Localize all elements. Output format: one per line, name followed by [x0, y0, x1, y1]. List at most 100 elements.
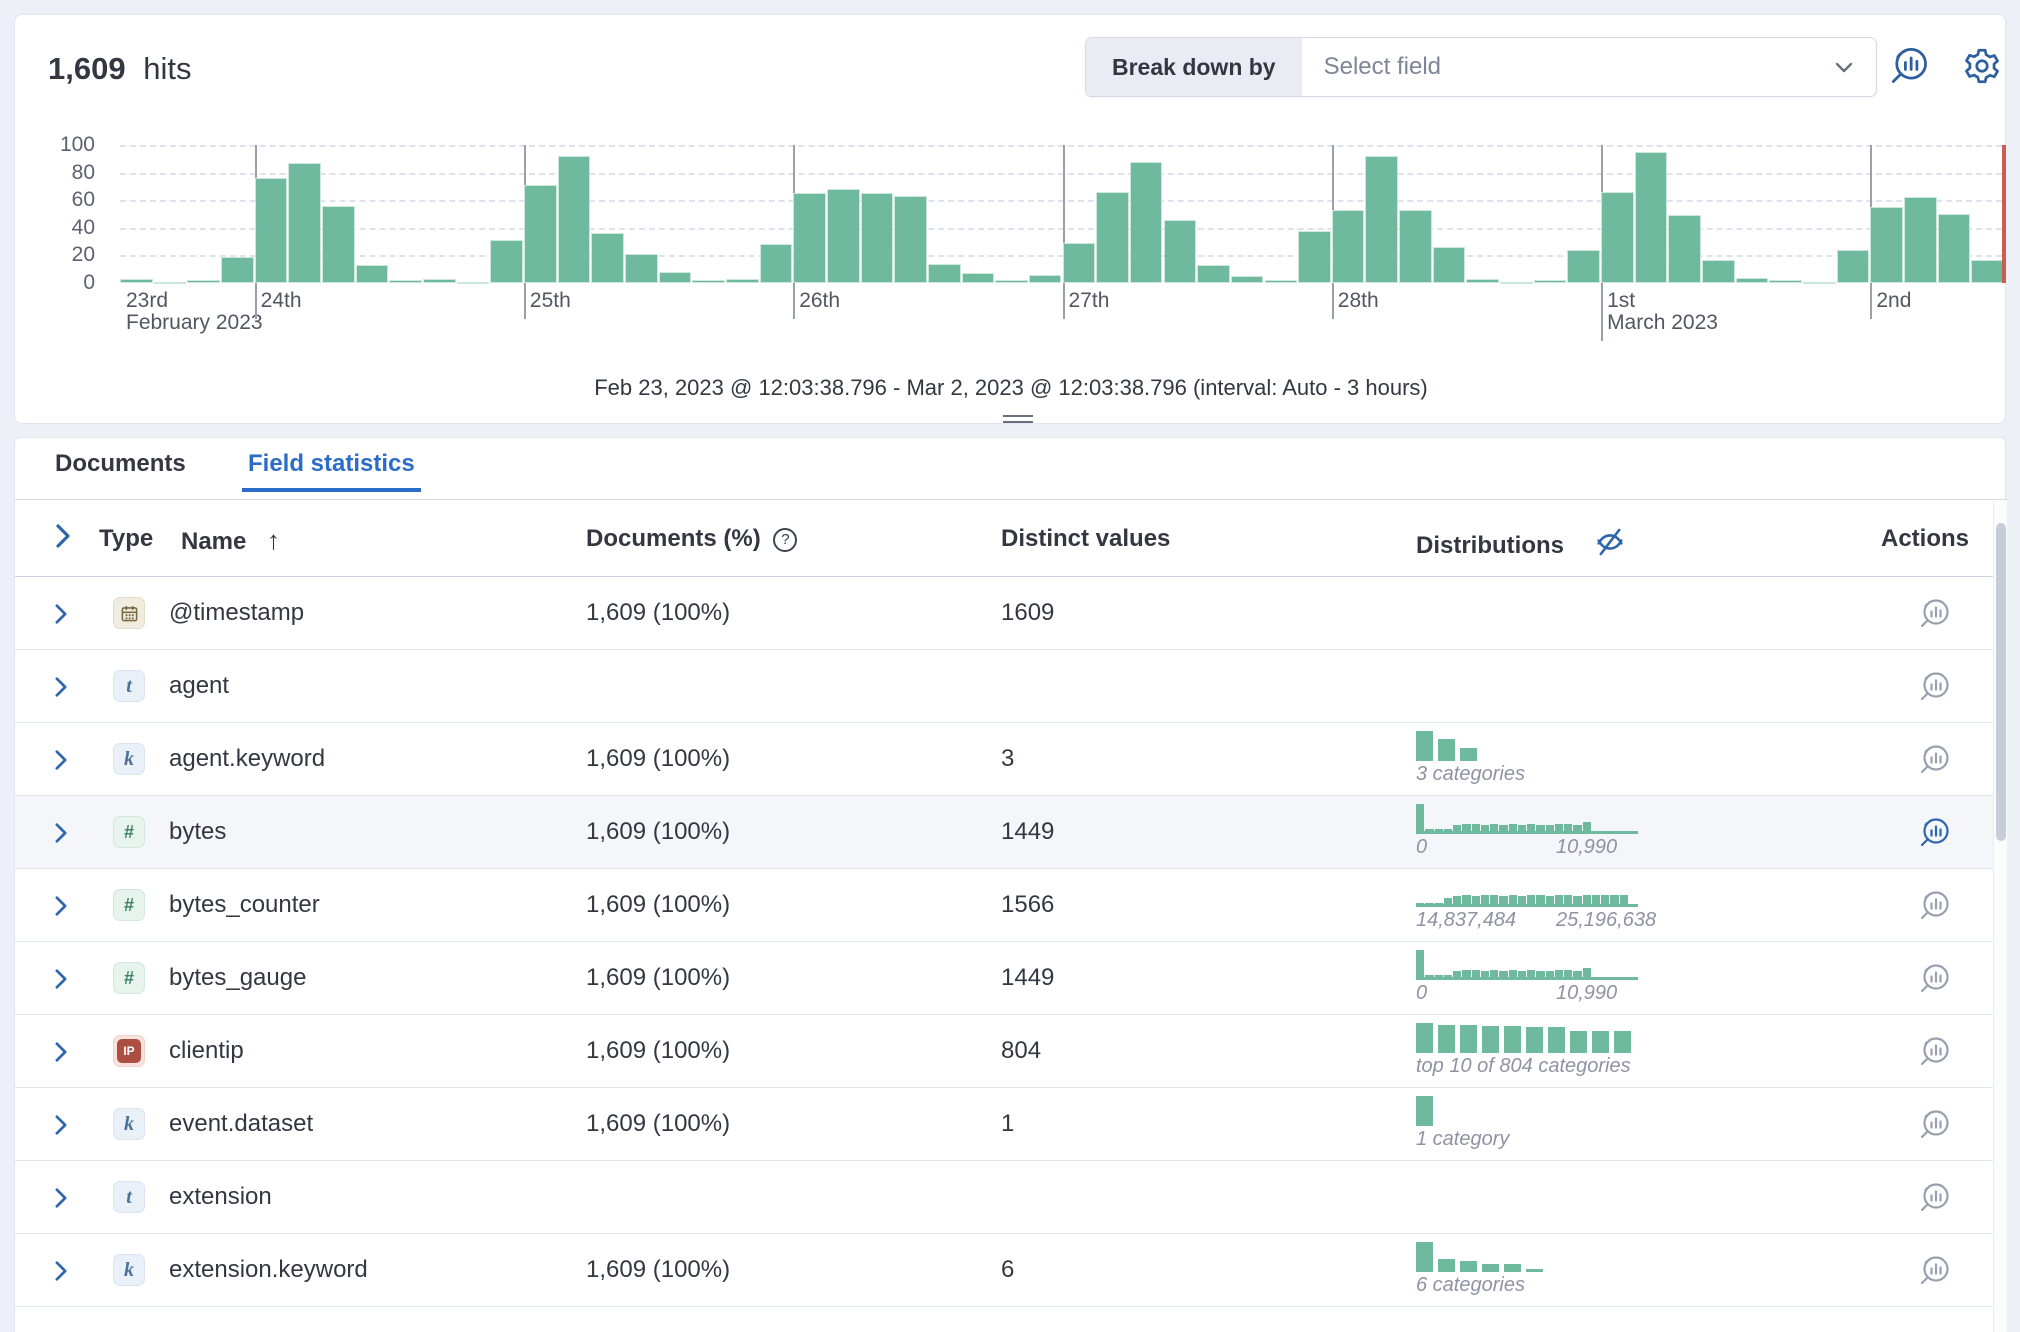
chart-resize-handle[interactable]	[1003, 415, 1033, 427]
histogram-bar[interactable]	[558, 156, 591, 283]
histogram-bar[interactable]	[659, 272, 692, 283]
explore-in-lens-icon[interactable]	[1915, 885, 1955, 927]
histogram-bar[interactable]	[120, 279, 153, 283]
histogram-bar[interactable]	[1231, 276, 1264, 283]
histogram-bar[interactable]	[1736, 278, 1769, 284]
histogram-bar[interactable]	[1365, 156, 1398, 283]
histogram-bar[interactable]	[255, 178, 288, 283]
edit-visualization-lens-button[interactable]	[1887, 43, 1933, 89]
histogram-bar[interactable]	[962, 273, 995, 283]
expand-row-icon[interactable]	[51, 601, 71, 632]
histogram-bar[interactable]	[760, 244, 793, 283]
histogram-bar[interactable]	[490, 240, 523, 283]
scrollbar[interactable]	[1993, 501, 2007, 1332]
explore-in-lens-icon[interactable]	[1915, 1250, 1955, 1292]
expand-row-icon[interactable]	[51, 893, 71, 924]
explore-in-lens-button[interactable]	[1915, 885, 1955, 932]
help-icon[interactable]: ?	[773, 528, 797, 552]
histogram-bar[interactable]	[322, 206, 355, 283]
hide-distributions-icon[interactable]	[1593, 525, 1627, 566]
histogram-bar[interactable]	[625, 254, 658, 283]
histogram-bar[interactable]	[1399, 210, 1432, 283]
histogram-bar[interactable]	[995, 280, 1028, 283]
histogram-bar[interactable]	[1938, 214, 1971, 283]
explore-in-lens-icon[interactable]	[1915, 593, 1955, 635]
expand-row-icon[interactable]	[51, 674, 71, 705]
histogram-bar[interactable]	[793, 193, 826, 283]
expand-row-icon[interactable]	[51, 1039, 71, 1070]
expand-row-icon[interactable]	[51, 820, 71, 851]
histogram-bar[interactable]	[389, 280, 422, 283]
histogram-bar[interactable]	[1265, 280, 1298, 283]
expand-row-icon[interactable]	[51, 747, 71, 778]
col-header-distinct-values[interactable]: Distinct values	[1001, 525, 1170, 553]
gear-icon[interactable]	[1959, 43, 2005, 89]
histogram-bar[interactable]	[861, 193, 894, 283]
explore-in-lens-icon[interactable]	[1915, 739, 1955, 781]
explore-in-lens-button[interactable]	[1915, 739, 1955, 786]
histogram-bar[interactable]	[1567, 250, 1600, 283]
explore-in-lens-button[interactable]	[1915, 1177, 1955, 1224]
histogram-bar[interactable]	[1870, 207, 1903, 283]
explore-in-lens-icon[interactable]	[1915, 1177, 1955, 1219]
histogram-bar[interactable]	[1500, 282, 1533, 284]
hits-histogram-chart[interactable]: 02040608010023rdFebruary 202324th25th26t…	[15, 111, 2007, 351]
histogram-bar[interactable]	[187, 280, 220, 283]
explore-in-lens-icon[interactable]	[1915, 812, 1955, 854]
histogram-bar[interactable]	[524, 185, 557, 283]
histogram-bar[interactable]	[1769, 280, 1802, 283]
explore-in-lens-icon[interactable]	[1915, 1031, 1955, 1073]
expand-all-icon[interactable]	[51, 521, 75, 558]
explore-in-lens-button[interactable]	[1915, 812, 1955, 859]
histogram-bar[interactable]	[726, 279, 759, 283]
histogram-bar[interactable]	[827, 189, 860, 283]
expand-row-icon[interactable]	[51, 1258, 71, 1289]
histogram-bar[interactable]	[1635, 152, 1668, 283]
histogram-bar[interactable]	[1130, 162, 1163, 283]
histogram-bar[interactable]	[423, 279, 456, 283]
histogram-bar[interactable]	[1096, 192, 1129, 283]
histogram-bar[interactable]	[221, 257, 254, 283]
col-header-name[interactable]: Name ↑	[181, 525, 280, 556]
histogram-bar[interactable]	[288, 163, 321, 283]
histogram-bar[interactable]	[1164, 220, 1197, 284]
histogram-bar[interactable]	[1837, 250, 1870, 283]
histogram-bar[interactable]	[1803, 282, 1836, 284]
tab-field-statistics[interactable]: Field statistics	[248, 450, 415, 478]
col-header-distributions[interactable]: Distributions	[1416, 525, 1627, 566]
histogram-bar[interactable]	[1904, 197, 1937, 283]
histogram-bar[interactable]	[1197, 265, 1230, 283]
explore-in-lens-button[interactable]	[1915, 1250, 1955, 1297]
histogram-bar[interactable]	[1332, 210, 1365, 283]
explore-in-lens-icon[interactable]	[1915, 958, 1955, 1000]
histogram-bar[interactable]	[1298, 231, 1331, 283]
histogram-bar[interactable]	[692, 280, 725, 283]
histogram-bar[interactable]	[1702, 260, 1735, 284]
col-header-type[interactable]: Type	[99, 525, 153, 553]
chevron-down-icon[interactable]	[1832, 38, 1876, 96]
col-header-documents[interactable]: Documents (%) ?	[586, 525, 797, 553]
scrollbar-thumb[interactable]	[1996, 523, 2006, 841]
histogram-bar[interactable]	[457, 282, 490, 284]
histogram-bar[interactable]	[894, 196, 927, 283]
expand-row-icon[interactable]	[51, 1112, 71, 1143]
histogram-bar[interactable]	[928, 264, 961, 283]
histogram-bar[interactable]	[591, 233, 624, 283]
histogram-bar[interactable]	[1601, 192, 1634, 283]
histogram-bar[interactable]	[1668, 215, 1701, 283]
explore-in-lens-button[interactable]	[1915, 958, 1955, 1005]
histogram-bar[interactable]	[356, 265, 389, 283]
explore-in-lens-icon[interactable]	[1915, 1104, 1955, 1146]
explore-in-lens-icon[interactable]	[1915, 666, 1955, 708]
explore-in-lens-button[interactable]	[1915, 666, 1955, 713]
explore-in-lens-button[interactable]	[1915, 1104, 1955, 1151]
histogram-bar[interactable]	[1029, 275, 1062, 283]
expand-row-icon[interactable]	[51, 966, 71, 997]
explore-in-lens-button[interactable]	[1915, 593, 1955, 640]
sort-ascending-icon[interactable]: ↑	[267, 525, 280, 555]
histogram-bar[interactable]	[1063, 243, 1096, 283]
histogram-bar[interactable]	[1534, 280, 1567, 283]
expand-row-icon[interactable]	[51, 1185, 71, 1216]
histogram-bar[interactable]	[154, 282, 187, 284]
histogram-bar[interactable]	[1971, 260, 2004, 284]
